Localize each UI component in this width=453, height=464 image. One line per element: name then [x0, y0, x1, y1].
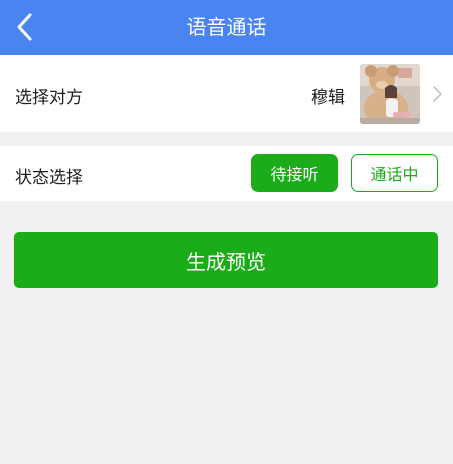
page-title: 语音通话: [186, 15, 267, 39]
select-contact-row[interactable]: 选择对方 穆辑: [0, 55, 453, 132]
avatar: [360, 64, 420, 124]
status-selection-label: 状态选择: [15, 168, 83, 188]
select-contact-label: 选择对方: [15, 88, 83, 108]
chevron-right-icon: [433, 86, 442, 102]
status-waiting-button[interactable]: 待接听: [251, 154, 338, 192]
status-in-call-button[interactable]: 通话中: [351, 154, 438, 192]
generate-preview-button[interactable]: 生成预览: [14, 232, 438, 288]
contact-name: 穆辑: [311, 88, 345, 108]
status-selection-row: 状态选择 待接听 通话中: [0, 146, 453, 201]
top-navigation-bar: 语音通话: [0, 0, 453, 55]
